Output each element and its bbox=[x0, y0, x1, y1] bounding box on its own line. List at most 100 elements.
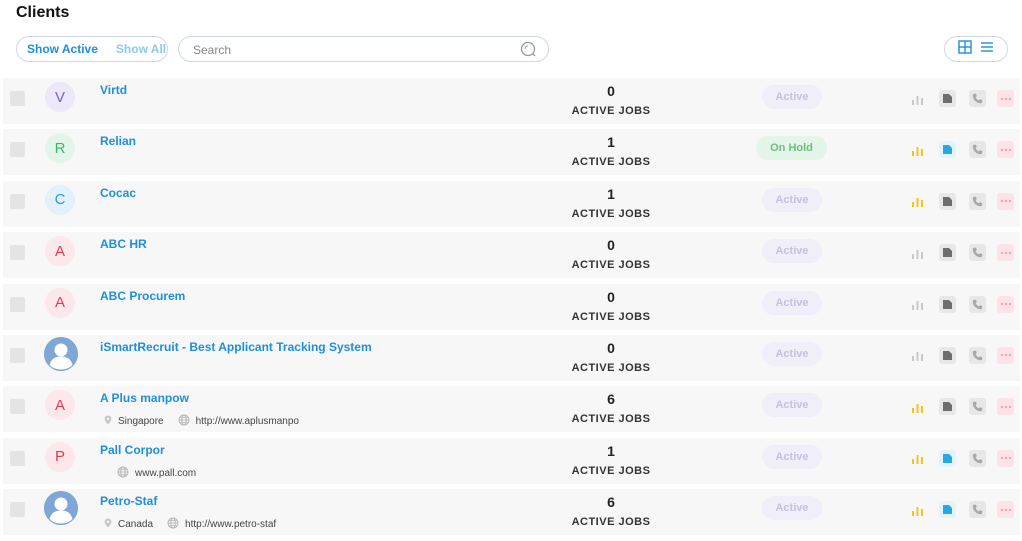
document-icon[interactable] bbox=[939, 501, 956, 519]
bar-chart-icon[interactable] bbox=[909, 244, 926, 261]
client-meta: Singapore http://www.aplusmanpo bbox=[104, 414, 299, 429]
client-name-link[interactable]: A Plus manpow bbox=[100, 391, 189, 405]
client-name-link[interactable]: Relian bbox=[100, 134, 136, 148]
list-view-icon[interactable] bbox=[980, 40, 994, 58]
client-row[interactable]: A A Plus manpow Singapore http://www.aplusm… bbox=[3, 386, 1020, 433]
avatar-initial: P bbox=[54, 448, 65, 466]
client-website-link[interactable]: www.pall.com bbox=[135, 468, 196, 479]
row-checkbox[interactable] bbox=[10, 399, 25, 415]
bar-chart-icon[interactable] bbox=[909, 398, 926, 415]
row-checkbox[interactable] bbox=[10, 502, 25, 518]
more-options-icon[interactable] bbox=[997, 90, 1014, 107]
document-icon[interactable] bbox=[939, 141, 956, 159]
row-checkbox[interactable] bbox=[10, 142, 25, 158]
show-active-button[interactable]: Show Active bbox=[27, 42, 98, 56]
more-options-icon[interactable] bbox=[997, 192, 1014, 210]
more-options-icon[interactable] bbox=[997, 501, 1014, 519]
status-badge[interactable]: Active bbox=[762, 239, 822, 264]
client-website-link[interactable]: http://www.aplusmanpo bbox=[196, 416, 299, 427]
client-name-link[interactable]: Petro-Staf bbox=[100, 494, 157, 508]
status-badge[interactable]: Active bbox=[762, 444, 822, 469]
phone-icon[interactable] bbox=[969, 398, 986, 416]
more-options-icon[interactable] bbox=[997, 244, 1014, 262]
client-row[interactable]: iSmartRecruit - Best Applicant Tracking … bbox=[3, 334, 1020, 381]
globe-icon bbox=[167, 517, 179, 532]
client-name-link[interactable]: ABC HR bbox=[100, 237, 147, 251]
active-jobs-count: 6 bbox=[607, 494, 615, 511]
row-checkbox[interactable] bbox=[10, 296, 25, 312]
status-badge[interactable]: Active bbox=[762, 85, 822, 109]
view-toggle bbox=[944, 36, 1008, 62]
document-icon[interactable] bbox=[939, 346, 956, 364]
row-checkbox[interactable] bbox=[10, 91, 25, 106]
row-checkbox[interactable] bbox=[10, 347, 25, 363]
grid-view-icon[interactable] bbox=[958, 39, 972, 59]
bar-chart-icon[interactable] bbox=[909, 193, 926, 210]
client-meta: www.pall.com bbox=[117, 466, 196, 481]
row-checkbox[interactable] bbox=[10, 193, 25, 209]
document-icon[interactable] bbox=[939, 244, 956, 262]
more-options-icon[interactable] bbox=[997, 398, 1014, 416]
bar-chart-icon[interactable] bbox=[909, 90, 926, 107]
avatar-initial: A bbox=[54, 242, 65, 260]
avatar bbox=[44, 336, 78, 371]
document-icon[interactable] bbox=[939, 295, 956, 313]
document-icon[interactable] bbox=[939, 449, 956, 467]
active-jobs-label: ACTIVE JOBS bbox=[571, 464, 651, 477]
phone-icon[interactable] bbox=[969, 449, 986, 467]
bar-chart-icon[interactable] bbox=[909, 450, 926, 467]
avatar bbox=[44, 491, 78, 526]
client-row[interactable]: P Pall Corpor www.pall.com 1 ACTIVE JOBS Acti… bbox=[3, 437, 1020, 484]
client-website-link[interactable]: http://www.petro-staf bbox=[185, 519, 276, 530]
client-name-link[interactable]: Virtd bbox=[100, 83, 127, 97]
more-options-icon[interactable] bbox=[997, 346, 1014, 364]
phone-icon[interactable] bbox=[969, 501, 986, 519]
search-icon[interactable] bbox=[520, 41, 536, 62]
document-icon[interactable] bbox=[939, 90, 956, 107]
status-badge[interactable]: Active bbox=[762, 341, 822, 366]
avatar-initial: V bbox=[54, 88, 65, 106]
more-options-icon[interactable] bbox=[997, 449, 1014, 467]
client-name-link[interactable]: iSmartRecruit - Best Applicant Tracking … bbox=[100, 340, 372, 354]
status-badge[interactable]: Active bbox=[762, 393, 822, 418]
row-checkbox[interactable] bbox=[10, 245, 25, 261]
document-icon[interactable] bbox=[939, 192, 956, 210]
active-jobs-count: 1 bbox=[607, 185, 615, 202]
client-row[interactable]: Petro-Staf Canada http://www.petro-staf 6 AC… bbox=[3, 489, 1020, 536]
client-list: V Virtd 0 ACTIVE JOBS Active R Relian 1 ACTIVE J… bbox=[3, 78, 1020, 541]
bar-chart-icon[interactable] bbox=[909, 296, 926, 313]
status-badge[interactable]: Active bbox=[762, 187, 822, 212]
client-row[interactable]: V Virtd 0 ACTIVE JOBS Active bbox=[3, 78, 1020, 124]
filter-toggle: Show Active Show All bbox=[16, 36, 168, 62]
bar-chart-icon[interactable] bbox=[909, 347, 926, 364]
phone-icon[interactable] bbox=[969, 244, 986, 262]
client-row[interactable]: A ABC Procurem 0 ACTIVE JOBS Active bbox=[3, 283, 1020, 330]
phone-icon[interactable] bbox=[969, 141, 986, 159]
globe-icon bbox=[117, 466, 129, 481]
client-name-link[interactable]: ABC Procurem bbox=[100, 289, 185, 303]
active-jobs-count: 0 bbox=[607, 288, 615, 305]
document-icon[interactable] bbox=[939, 398, 956, 416]
active-jobs-label: ACTIVE JOBS bbox=[571, 413, 651, 426]
client-name-link[interactable]: Cocac bbox=[100, 186, 136, 200]
more-options-icon[interactable] bbox=[997, 295, 1014, 313]
status-badge[interactable]: Active bbox=[762, 290, 822, 315]
bar-chart-icon[interactable] bbox=[909, 141, 926, 158]
phone-icon[interactable] bbox=[969, 346, 986, 364]
row-checkbox[interactable] bbox=[10, 450, 25, 466]
search-input[interactable] bbox=[191, 40, 515, 60]
phone-icon[interactable] bbox=[969, 295, 986, 313]
active-jobs-label: ACTIVE JOBS bbox=[571, 361, 651, 374]
phone-icon[interactable] bbox=[969, 192, 986, 210]
client-name-link[interactable]: Pall Corpor bbox=[100, 443, 165, 457]
more-options-icon[interactable] bbox=[997, 141, 1014, 159]
phone-icon[interactable] bbox=[969, 90, 986, 107]
status-badge[interactable]: Active bbox=[762, 496, 822, 521]
status-badge[interactable]: On Hold bbox=[756, 136, 827, 161]
client-row[interactable]: R Relian 1 ACTIVE JOBS On Hold bbox=[3, 129, 1020, 176]
client-row[interactable]: C Cocac 1 ACTIVE JOBS Active bbox=[3, 180, 1020, 227]
client-row[interactable]: A ABC HR 0 ACTIVE JOBS Active bbox=[3, 232, 1020, 279]
show-all-button[interactable]: Show All bbox=[116, 42, 166, 56]
avatar-initial: A bbox=[54, 396, 65, 414]
bar-chart-icon[interactable] bbox=[909, 501, 926, 518]
